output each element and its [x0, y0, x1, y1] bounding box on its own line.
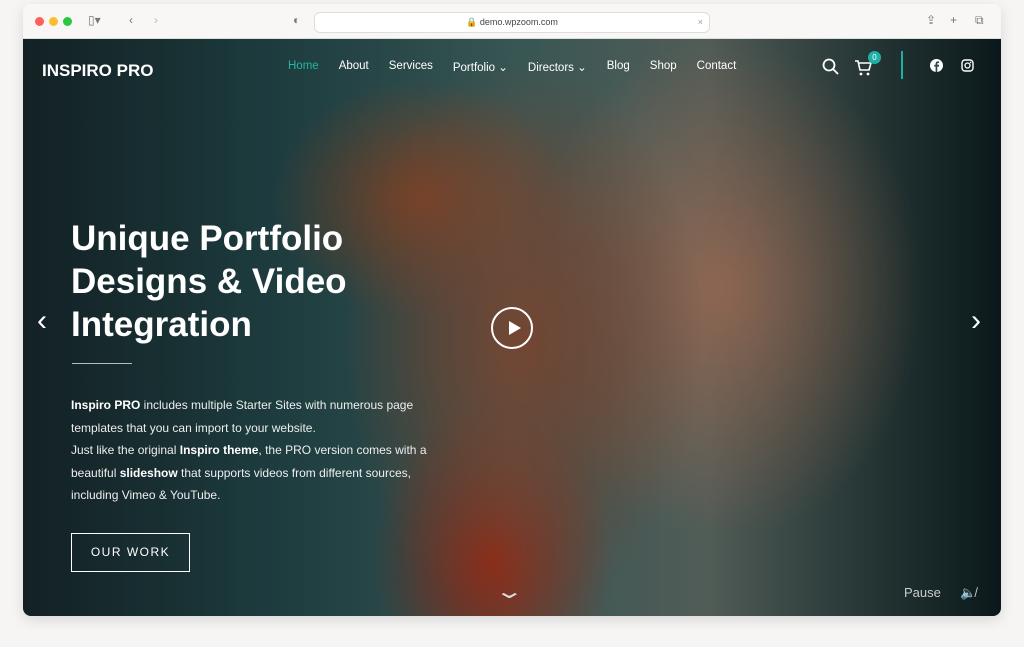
site-logo[interactable]: INSPIRO PRO — [42, 61, 153, 81]
clear-icon[interactable]: × — [698, 13, 703, 32]
pause-button[interactable]: Pause — [904, 585, 941, 600]
nav-portfolio-label: Portfolio — [452, 62, 496, 74]
our-work-button[interactable]: OUR WORK — [71, 533, 190, 572]
desc-bold: Inspiro PRO — [71, 398, 141, 412]
previous-slide-arrow[interactable]: ‹ — [37, 304, 47, 338]
nav-about[interactable]: About — [339, 60, 369, 74]
tabs-icon[interactable]: ⧉ — [975, 13, 984, 28]
play-video-button[interactable] — [491, 307, 533, 349]
nav-blog[interactable]: Blog — [607, 60, 630, 74]
nav-directors[interactable]: Directors ⌄ — [528, 60, 587, 74]
address-bar[interactable]: 🔒 demo.wpzoom.com × — [314, 12, 710, 33]
scroll-down-icon[interactable]: ⌄ — [494, 579, 524, 604]
forward-icon[interactable]: › — [154, 13, 158, 27]
browser-window: ▯▾ ‹ › ◐ 🔒 demo.wpzoom.com × ⇪ + ⧉ INSPIR… — [23, 4, 1001, 616]
mute-icon[interactable]: 🔈̸ — [960, 585, 976, 601]
chevron-down-icon: ⌄ — [577, 62, 587, 74]
sidebar-icon[interactable]: ▯▾ — [88, 13, 101, 27]
new-tab-icon[interactable]: + — [950, 13, 957, 27]
title-divider — [72, 363, 132, 364]
zoom-window-button[interactable] — [63, 17, 72, 26]
desc-bold: Inspiro theme — [179, 443, 259, 458]
cart-count-badge: 0 — [868, 51, 881, 64]
nav-home[interactable]: Home — [288, 60, 319, 74]
minimize-window-button[interactable] — [49, 17, 58, 26]
nav-directors-label: Directors — [527, 62, 574, 74]
desc-text: Just like the original — [71, 443, 180, 458]
shield-icon[interactable]: ◐ — [293, 13, 300, 27]
close-window-button[interactable] — [35, 17, 44, 26]
back-icon[interactable]: ‹ — [129, 13, 133, 27]
hero-slideshow: INSPIRO PRO Home About Services Portfoli… — [23, 39, 1001, 616]
nav-contact[interactable]: Contact — [697, 60, 737, 74]
instagram-icon[interactable] — [961, 59, 974, 72]
next-slide-arrow[interactable]: › — [971, 304, 981, 338]
nav-shop[interactable]: Shop — [650, 60, 677, 74]
share-icon[interactable]: ⇪ — [926, 13, 936, 27]
hero-title: Unique Portfolio Designs & Video Integra… — [71, 219, 347, 344]
desc-bold: slideshow — [119, 465, 178, 480]
header-divider — [901, 51, 903, 79]
facebook-icon[interactable] — [930, 59, 943, 72]
url-text: demo.wpzoom.com — [479, 17, 558, 27]
hero-description: Inspiro PRO includes multiple Starter Si… — [71, 394, 461, 507]
nav-portfolio[interactable]: Portfolio ⌄ — [453, 60, 508, 74]
nav-services[interactable]: Services — [389, 60, 433, 74]
browser-toolbar: ▯▾ ‹ › ◐ 🔒 demo.wpzoom.com × ⇪ + ⧉ — [23, 4, 1001, 39]
search-icon[interactable] — [822, 58, 840, 76]
chevron-down-icon: ⌄ — [498, 62, 508, 74]
main-nav: Home About Services Portfolio ⌄ Director… — [288, 60, 736, 74]
